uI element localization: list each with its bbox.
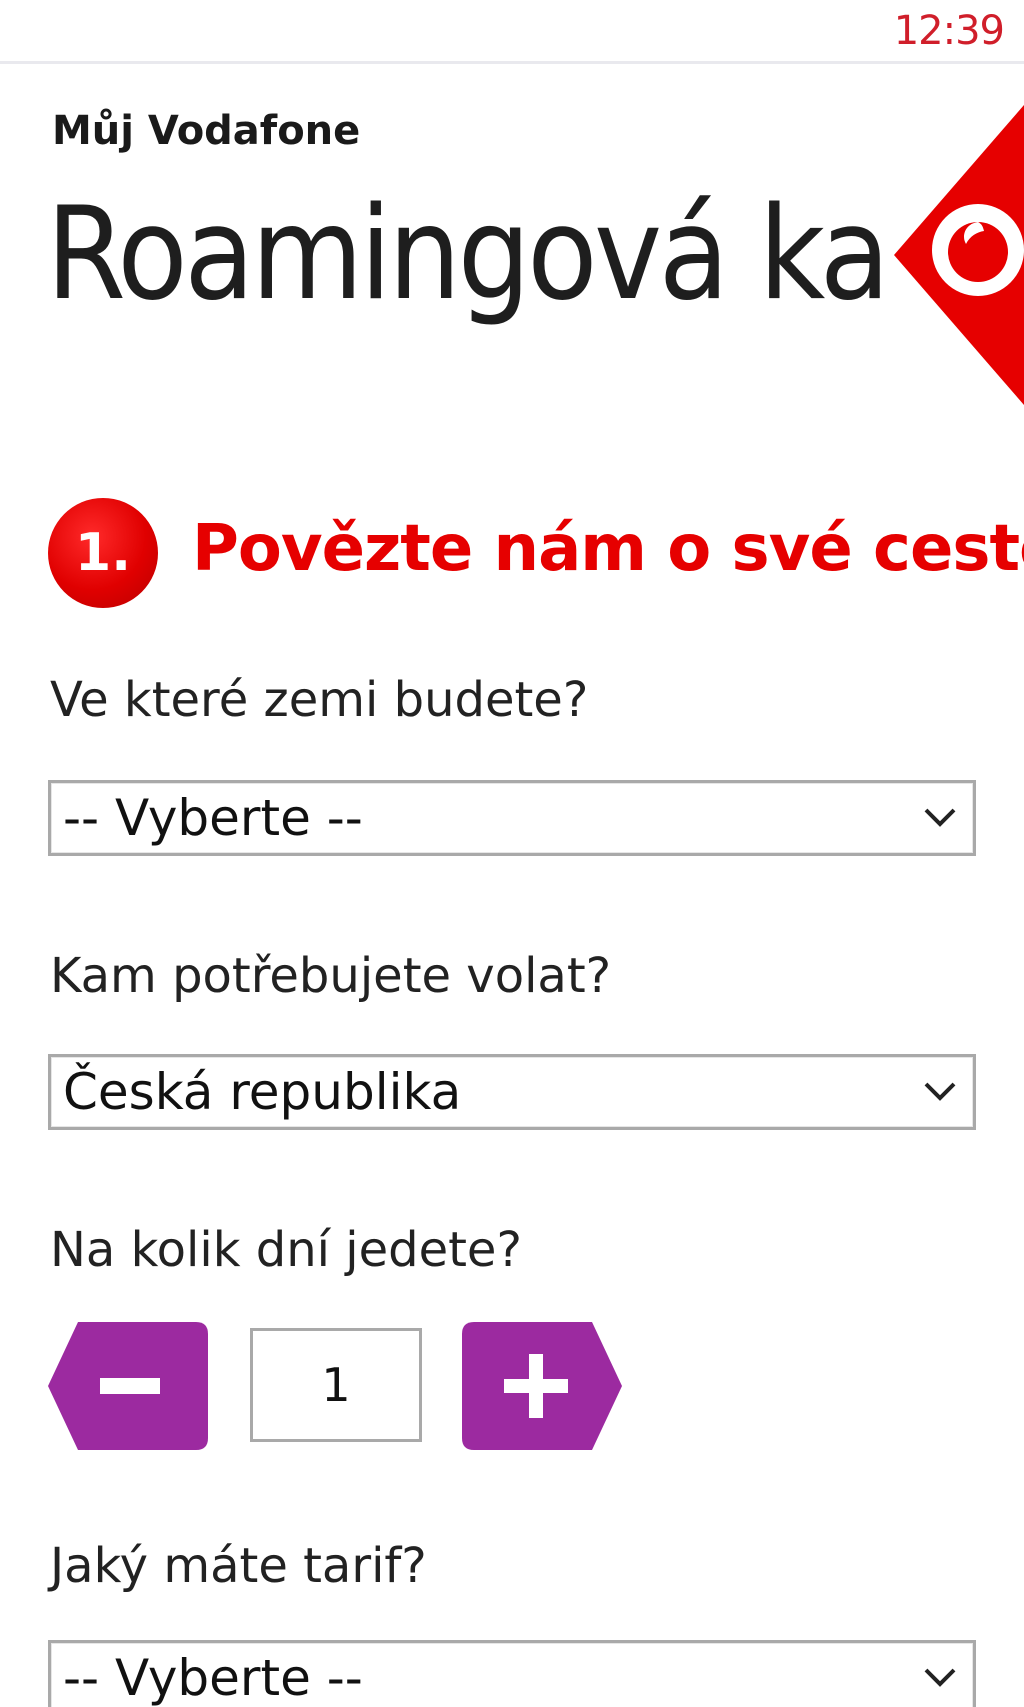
tariff-select[interactable]: -- Vyberte -- [48,1640,976,1707]
increment-button[interactable] [462,1322,622,1450]
tariff-label: Jaký máte tarif? [50,1538,427,1594]
status-bar: 12:39 [0,0,1024,64]
call-destination-label: Kam potřebujete volat? [50,948,612,1004]
decrement-button[interactable] [48,1322,208,1450]
tariff-select-value: -- Vyberte -- [63,1649,363,1707]
call-destination-select-value: Česká republika [63,1063,462,1121]
page-title-container: Roamingová kalkulačka [46,180,886,330]
status-time: 12:39 [893,8,1005,54]
step-title: Povězte nám o své cestě [192,512,1024,586]
days-input[interactable]: 1 [250,1328,422,1442]
chevron-down-icon [924,1668,956,1687]
country-select[interactable]: -- Vyberte -- [48,780,976,856]
country-select-value: -- Vyberte -- [63,789,363,847]
step-number-badge: 1. [48,498,158,608]
days-label: Na kolik dní jedete? [50,1222,522,1278]
chevron-down-icon [924,808,956,827]
app-name: Můj Vodafone [52,108,361,154]
chevron-down-icon [924,1082,956,1101]
country-label: Ve které zemi budete? [50,672,589,728]
vodafone-logo-icon [894,105,1024,405]
page-title: Roamingová kalkulačka [46,180,886,329]
screen: 12:39 Můj Vodafone Roamingová kalkulačka… [0,0,1024,1707]
minus-icon [100,1378,160,1394]
call-destination-select[interactable]: Česká republika [48,1054,976,1130]
